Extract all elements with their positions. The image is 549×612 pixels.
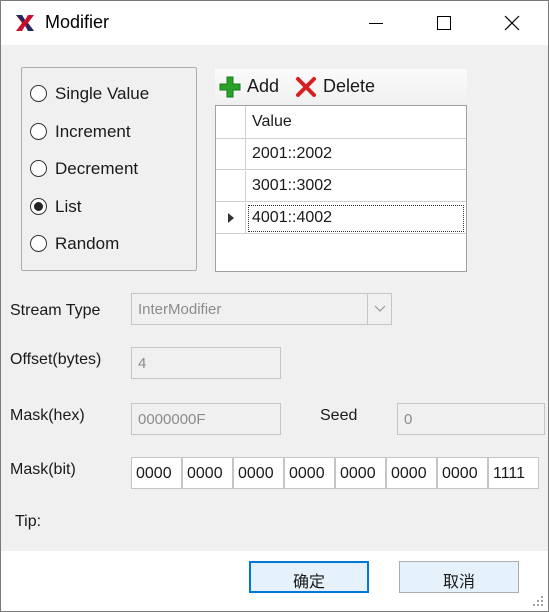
cancel-button-label: 取消 — [442, 574, 475, 591]
row-header[interactable] — [216, 203, 246, 234]
table-row[interactable]: 3001::3002 — [216, 171, 466, 202]
add-button[interactable]: Add — [219, 75, 289, 99]
mask-hex-label: Mask(hex) — [10, 407, 85, 424]
combobox-dropdown-button[interactable] — [367, 294, 391, 324]
mask-bit-label: Mask(bit) — [10, 461, 76, 478]
chevron-down-icon — [374, 305, 386, 312]
mask-bit-value: 0000 — [238, 465, 274, 482]
dialog-footer: 确定 取消 — [1, 551, 548, 611]
delete-button-label: Delete — [323, 76, 376, 96]
minimize-button[interactable] — [341, 1, 411, 45]
cell-text: 4001::4002 — [252, 209, 333, 226]
mask-bit-field[interactable]: 0000 — [131, 457, 182, 489]
mask-bit-field[interactable]: 0000 — [182, 457, 233, 489]
delete-button[interactable]: Delete — [295, 75, 395, 99]
seed-value: 0 — [404, 411, 413, 428]
mask-hex-value: 0000000F — [138, 411, 206, 428]
radio-label: Single Value — [55, 84, 150, 103]
radio-button[interactable] — [30, 235, 47, 252]
value-grid[interactable]: Value 2001::2002 3001::3002 4001::4002 — [215, 105, 467, 272]
column-header-value[interactable]: Value — [252, 113, 292, 131]
row-header-corner — [216, 106, 246, 139]
radio-label: Random — [55, 234, 120, 253]
offset-label: Offset(bytes) — [10, 351, 102, 368]
delete-x-icon — [296, 77, 316, 97]
radio-button[interactable] — [30, 85, 47, 102]
maximize-button[interactable] — [409, 1, 479, 45]
stream-type-value: InterModifier — [138, 301, 222, 318]
mask-bit-value: 1111 — [493, 465, 526, 482]
radio-button[interactable] — [30, 123, 47, 140]
add-button-label: Add — [247, 76, 280, 96]
current-row-pointer-icon — [228, 213, 234, 223]
mask-bit-value: 0000 — [136, 465, 172, 482]
radio-list[interactable]: List — [30, 194, 180, 218]
seed-input[interactable]: 0 — [397, 403, 545, 435]
radio-button-checked[interactable] — [30, 198, 47, 215]
close-icon — [504, 15, 520, 31]
plus-icon — [219, 76, 241, 98]
radio-label: Decrement — [55, 159, 139, 178]
mask-hex-input[interactable]: 0000000F — [131, 403, 281, 435]
value-cell[interactable]: 2001::2002 — [246, 139, 466, 170]
cancel-button[interactable]: 取消 — [399, 561, 519, 593]
title-bar[interactable]: Modifier — [1, 1, 548, 45]
mask-bit-field[interactable]: 0000 — [386, 457, 437, 489]
mask-bit-value: 0000 — [442, 465, 478, 482]
offset-value: 4 — [138, 355, 147, 372]
grid-header: Value — [216, 106, 466, 139]
radio-decrement[interactable]: Decrement — [30, 156, 180, 180]
mask-bit-field[interactable]: 0000 — [437, 457, 488, 489]
radio-random[interactable]: Random — [30, 231, 180, 255]
radio-single-value[interactable]: Single Value — [30, 81, 180, 105]
value-cell[interactable]: 4001::4002 — [246, 203, 466, 234]
modifier-dialog: Modifier Single Value Increment Decremen… — [0, 0, 549, 612]
ok-button[interactable]: 确定 — [249, 561, 369, 593]
offset-input[interactable]: 4 — [131, 347, 281, 379]
mask-bit-field[interactable]: 1111 — [488, 457, 539, 489]
stream-type-label: Stream Type — [10, 302, 101, 319]
mask-bit-value: 0000 — [340, 465, 376, 482]
cell-text: 2001::2002 — [252, 145, 333, 162]
radio-button[interactable] — [30, 160, 47, 177]
mask-bit-field[interactable]: 0000 — [335, 457, 386, 489]
value-cell[interactable]: 3001::3002 — [246, 171, 466, 202]
resize-grip-icon[interactable] — [532, 595, 544, 607]
mode-radio-group: Single Value Increment Decrement List Ra… — [21, 67, 197, 271]
radio-label: Increment — [55, 122, 131, 141]
red-x-icon — [14, 13, 36, 33]
cell-text: 3001::3002 — [252, 177, 333, 194]
mask-bit-value: 0000 — [289, 465, 325, 482]
table-row[interactable]: 4001::4002 — [216, 203, 466, 234]
stream-type-combobox[interactable]: InterModifier — [131, 293, 392, 325]
minimize-icon — [369, 23, 383, 24]
row-header[interactable] — [216, 171, 246, 202]
list-toolbar: Add Delete — [215, 69, 467, 105]
table-row[interactable]: 2001::2002 — [216, 139, 466, 170]
maximize-icon — [437, 16, 451, 30]
window-title: Modifier — [45, 12, 110, 32]
tip-label: Tip: — [15, 513, 42, 530]
mask-bit-field[interactable]: 0000 — [233, 457, 284, 489]
close-button[interactable] — [477, 1, 547, 45]
radio-increment[interactable]: Increment — [30, 119, 180, 143]
ok-button-label: 确定 — [292, 574, 325, 591]
row-header[interactable] — [216, 139, 246, 170]
mask-bit-field[interactable]: 0000 — [284, 457, 335, 489]
radio-label: List — [55, 197, 82, 216]
mask-bit-value: 0000 — [187, 465, 223, 482]
mask-bit-value: 0000 — [391, 465, 427, 482]
mask-bit-fields: 0000 0000 0000 0000 0000 0000 0000 1111 — [131, 457, 541, 489]
seed-label: Seed — [320, 407, 358, 424]
